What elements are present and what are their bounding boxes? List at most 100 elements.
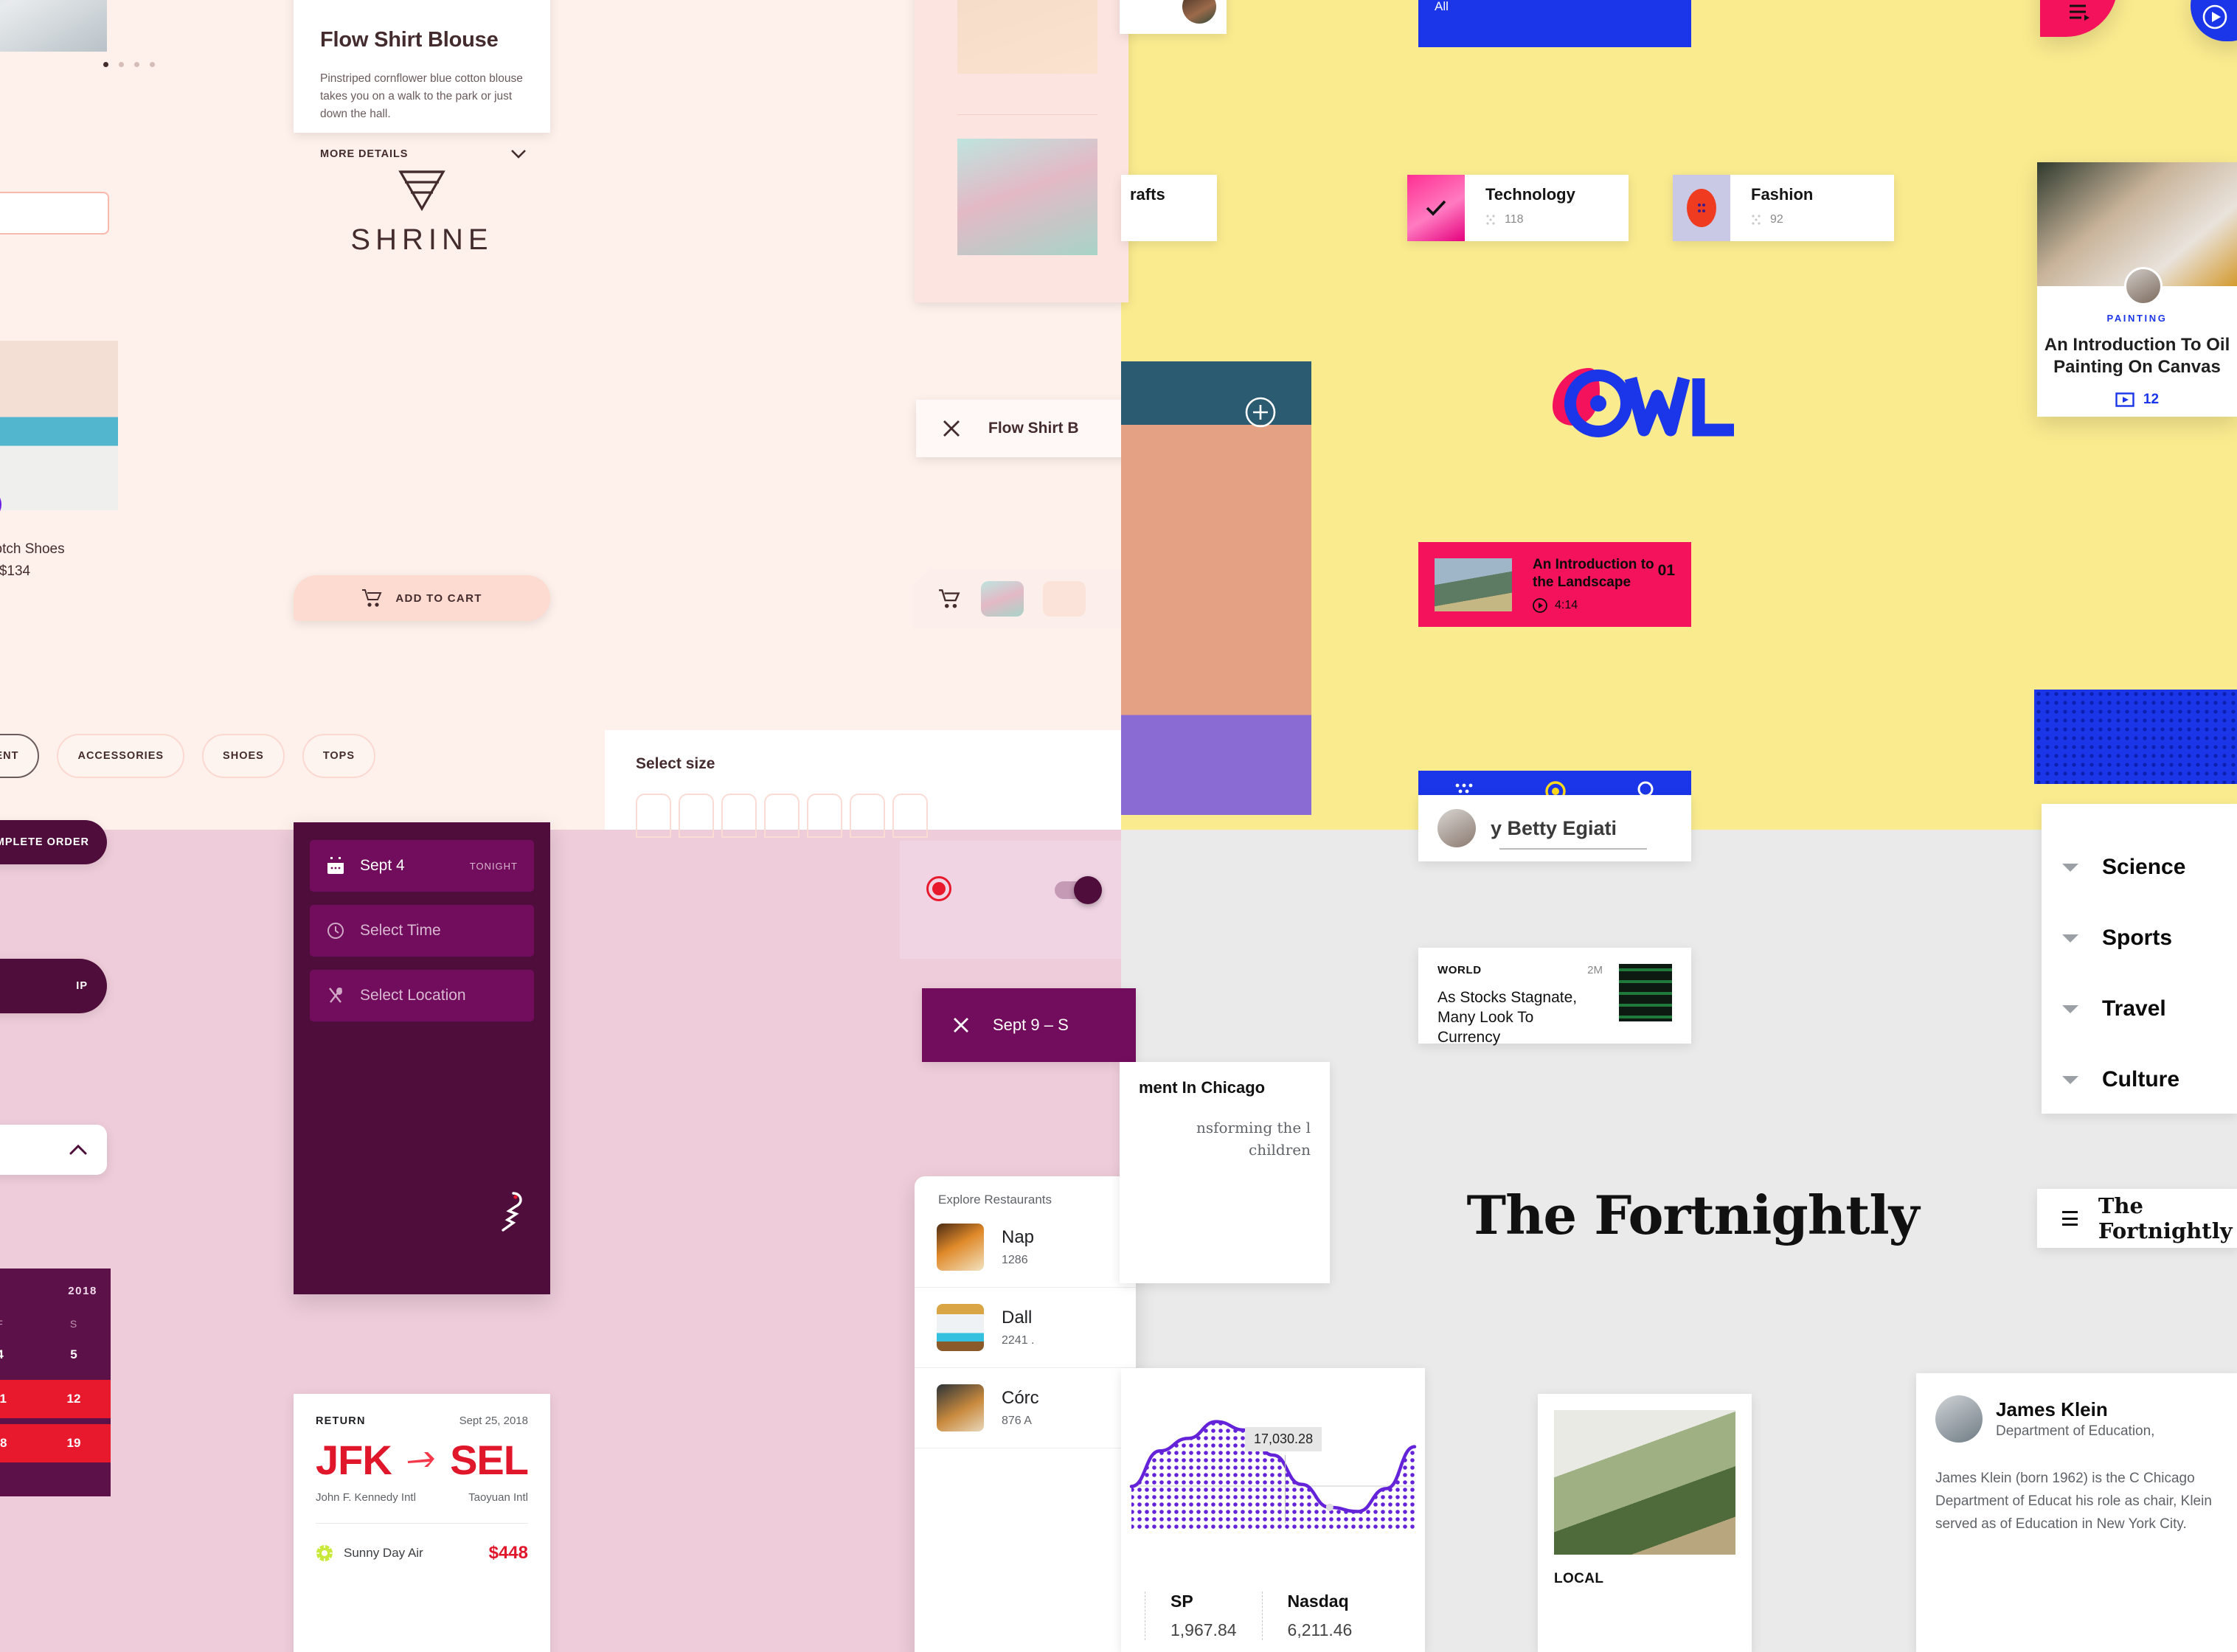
hamburger-menu-icon[interactable] (2062, 1211, 2078, 1226)
promo-code-input[interactable]: ode (0, 192, 109, 235)
divider (316, 1523, 528, 1524)
calendar-day[interactable]: 12 (37, 1392, 111, 1406)
size-option[interactable] (721, 794, 757, 838)
sun-icon (316, 1544, 333, 1562)
calendar-day[interactable]: 19 (37, 1436, 111, 1451)
category-card-fashion[interactable]: Fashion 92 (1673, 175, 1894, 241)
fortnightly-section-nav[interactable]: Science Sports Travel Culture (2042, 804, 2237, 1114)
cart-summary-strip[interactable] (913, 569, 1134, 628)
size-option[interactable] (679, 794, 714, 838)
check-icon (1426, 200, 1446, 216)
episode-duration-row: 4:14 (1533, 597, 1673, 613)
local-story-card[interactable]: LOCAL (1538, 1394, 1752, 1652)
crane-controls-area (900, 841, 1121, 959)
flight-origin-code: JFK (316, 1437, 392, 1483)
chart-cursor-line (1285, 1455, 1286, 1523)
nav-item-label: Culture (2102, 1067, 2179, 1092)
play-circle-icon (2202, 4, 2227, 30)
calendar-week-row-selected[interactable]: 17 18 19 (0, 1424, 111, 1462)
carousel-dot[interactable] (119, 62, 124, 67)
feed-divider (957, 114, 1097, 115)
add-to-cart-button[interactable]: ADD TO CART (294, 575, 550, 621)
owl-course-mini-card[interactable]: Blocks and urning (1120, 0, 1227, 34)
byline-underline (1499, 848, 1647, 850)
chip-accessories[interactable]: ACCESSORIES (57, 734, 185, 778)
chip-shoes[interactable]: SHOES (202, 734, 285, 778)
size-option-row[interactable] (636, 794, 1121, 838)
date-field[interactable]: Sept 4 TONIGHT (310, 840, 534, 892)
calendar-day[interactable]: 4 (0, 1347, 37, 1362)
list-item[interactable]: Nap 1286 (915, 1207, 1136, 1288)
owl-wordmark-icon (1553, 368, 1734, 437)
difficulty-filter-card[interactable]: Difficulty All (1418, 0, 1691, 47)
news-card[interactable]: WORLD As Stocks Stagnate, Many Look To C… (1418, 948, 1691, 1046)
owl-logo (1538, 365, 1752, 442)
add-circle-icon[interactable] (1245, 397, 1276, 428)
flight-card: RETURN Sept 25, 2018 JFK SEL John F. Ken… (294, 1394, 550, 1652)
carousel-dot[interactable] (150, 62, 155, 67)
flight-price: $448 (488, 1543, 528, 1563)
product-title: Flow Shirt Blouse (320, 28, 499, 52)
fortnightly-article-card[interactable]: ment In Chicago nsforming the l children (1120, 1062, 1330, 1283)
size-option[interactable] (892, 794, 928, 838)
author-byline-card: y Betty Egiati (1418, 795, 1691, 861)
crane-calendar[interactable]: 2018 T F S 3 4 5 10 11 12 17 18 19 (0, 1268, 111, 1496)
course-card[interactable]: PAINTING An Introduction To Oil Painting… (2037, 162, 2237, 417)
size-option[interactable] (807, 794, 842, 838)
close-icon[interactable] (951, 1016, 971, 1035)
category-thumbnail (1407, 175, 1465, 241)
nav-item-label: Sports (2102, 926, 2173, 950)
airline-name-wrap: Sunny Day Air (316, 1544, 423, 1562)
calendar-day[interactable]: 11 (0, 1392, 37, 1406)
category-card-technology[interactable]: Technology 118 (1407, 175, 1629, 241)
selection-dropdown[interactable]: ion (0, 1125, 107, 1175)
nav-item-science[interactable]: Science (2042, 832, 2237, 903)
episode-card[interactable]: An Introduction to the Landscape 4:14 01 (1418, 542, 1691, 627)
size-option[interactable] (850, 794, 885, 838)
clock-icon (327, 923, 344, 939)
size-option[interactable] (764, 794, 800, 838)
cart-icon (362, 589, 382, 607)
vip-button[interactable]: IP (0, 959, 107, 1013)
nav-item-travel[interactable]: Travel (2042, 974, 2237, 1044)
calendar-day[interactable]: 18 (0, 1436, 37, 1451)
category-card-crafts[interactable]: rafts (1121, 175, 1217, 241)
article-headline: ment In Chicago (1139, 1078, 1266, 1097)
category-count-row: 92 (1751, 213, 1813, 226)
category-chip-row[interactable]: PARTMENT ACCESSORIES SHOES TOPS (0, 734, 376, 778)
date-range-chip[interactable]: Sept 9 – S (922, 988, 1136, 1062)
episode-thumbnail (1435, 558, 1512, 611)
vip-label: IP (76, 980, 88, 992)
chip-tops[interactable]: TOPS (302, 734, 376, 778)
video-icon (2115, 392, 2134, 407)
nav-item-culture[interactable]: Culture (2042, 1044, 2237, 1115)
calendar-week-row-selected[interactable]: 10 11 12 (0, 1380, 111, 1418)
chip-department[interactable]: PARTMENT (0, 734, 40, 778)
toggle-switch[interactable] (1055, 876, 1102, 904)
screenshot-stage: Flow Shirt Blouse Pinstriped cornflower … (0, 0, 2237, 1652)
close-icon[interactable] (941, 418, 962, 439)
calendar-week-row[interactable]: 3 4 5 (0, 1336, 111, 1374)
radio-button-selected[interactable] (926, 876, 951, 901)
building-photo (1121, 361, 1311, 815)
complete-order-button[interactable]: COMPLETE ORDER (0, 820, 107, 864)
restaurants-panel: Explore Restaurants Nap 1286 Dall 2241 .… (915, 1176, 1136, 1652)
carousel-dot[interactable] (134, 62, 139, 67)
catalog-product-name: opscotch Shoes (0, 541, 65, 557)
calendar-day[interactable]: 5 (37, 1347, 111, 1362)
location-field[interactable]: Select Location (310, 970, 534, 1021)
list-item[interactable]: Córc 876 A (915, 1368, 1136, 1448)
size-option[interactable] (636, 794, 671, 838)
nav-item-sports[interactable]: Sports (2042, 903, 2237, 974)
model-photo-top-left (0, 0, 107, 52)
avatar (1437, 809, 1476, 847)
carousel-dot-active[interactable] (103, 62, 108, 67)
cart-title: Flow Shirt B (988, 420, 1079, 437)
list-item[interactable]: Dall 2241 . (915, 1288, 1136, 1368)
more-details-button[interactable]: MORE DETAILS (320, 148, 527, 160)
nav-item-label: Travel (2102, 996, 2166, 1021)
time-field[interactable]: Select Time (310, 905, 534, 957)
carousel-dots[interactable] (103, 62, 155, 67)
blouse-photo (957, 0, 1097, 74)
catalog-product-card[interactable]: MAL opscotch Shoes $134 (0, 341, 118, 580)
